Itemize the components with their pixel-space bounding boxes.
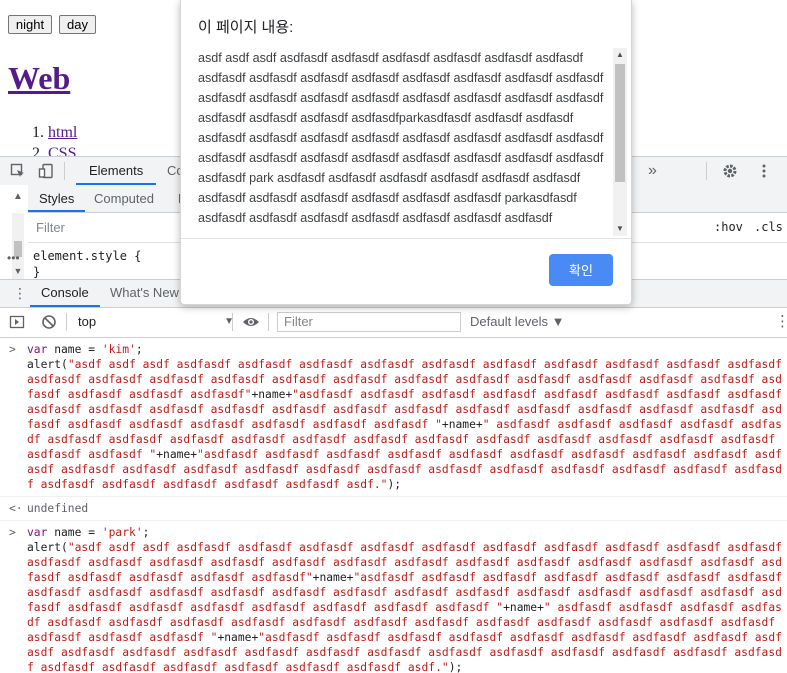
day-button[interactable]: day (59, 15, 96, 34)
night-button[interactable]: night (8, 15, 52, 34)
ellipsis-icon[interactable]: ••• (7, 251, 20, 265)
result-marker-icon: <· (9, 502, 23, 515)
tab-styles[interactable]: Styles (28, 185, 86, 212)
scroll-up-icon[interactable]: ▲ (613, 48, 627, 62)
link-css[interactable]: CSS (48, 145, 76, 156)
console-entry[interactable]: > var name = 'park'; alert("asdf asdf as… (0, 521, 787, 673)
dialog-divider (181, 238, 631, 239)
console-toolbar: top ▼ Filter Default levels ▼ ⋮ (0, 308, 787, 338)
element-style-rule[interactable]: element.style { } (33, 248, 141, 280)
dialog-title: 이 페이지 내용: (198, 19, 294, 36)
list-item: html (48, 122, 77, 143)
toolbar-divider (706, 162, 707, 180)
tab-elements[interactable]: Elements (76, 157, 157, 185)
console-entry[interactable]: > var name = 'kim'; alert("asdf asdf asd… (0, 338, 787, 497)
clear-console-icon[interactable] (41, 314, 57, 330)
device-toolbar-icon[interactable] (38, 163, 54, 179)
console-settings-icon[interactable]: ⋮ (775, 314, 787, 330)
log-levels-dropdown[interactable]: Default levels ▼ (470, 312, 565, 332)
scroll-down-icon[interactable]: ▼ (613, 222, 627, 236)
list-item: CSS (48, 143, 77, 156)
ok-button[interactable]: 확인 (549, 254, 613, 286)
hov-toggle[interactable]: :hov (714, 220, 743, 234)
toolbar-divider (66, 313, 67, 331)
context-value: top (78, 314, 97, 329)
inspect-icon[interactable] (10, 163, 26, 179)
link-html[interactable]: html (48, 124, 77, 141)
tab-console-drawer[interactable]: Console (30, 280, 100, 307)
alert-dialog: 이 페이지 내용: asdf asdf asdf asdfasdf asdfas… (180, 0, 632, 305)
code-line: alert("asdf asdf asdf asdfasdf asdfasdf … (27, 358, 782, 491)
cls-toggle[interactable]: .cls (754, 220, 783, 234)
input-chevron-icon: > (9, 526, 16, 539)
code-line: var name = 'kim'; (27, 343, 143, 356)
kebab-menu-icon[interactable] (756, 163, 772, 179)
code-line: alert("asdf asdf asdf asdfasdf asdfasdf … (27, 541, 782, 673)
chevron-up-icon[interactable]: ▲ (10, 189, 26, 205)
dialog-scrollbar[interactable]: ▲ ▼ (613, 48, 627, 236)
console-filter-input[interactable]: Filter (277, 312, 461, 332)
scroll-thumb[interactable] (615, 64, 625, 182)
nav-list: html CSS (8, 122, 77, 156)
gear-icon[interactable] (722, 163, 738, 179)
toolbar-divider (232, 313, 233, 331)
tab-computed[interactable]: Computed (94, 185, 154, 212)
styles-filter-input[interactable]: Filter (36, 220, 65, 235)
sidebar-toggle-icon[interactable] (9, 314, 25, 330)
console-result[interactable]: <· undefined (0, 497, 787, 521)
console-messages: > var name = 'kim'; alert("asdf asdf asd… (0, 338, 787, 673)
eye-icon[interactable] (242, 314, 259, 330)
dialog-message: asdf asdf asdf asdfasdf asdfasdf asdfasd… (198, 51, 604, 225)
context-select[interactable]: top ▼ (78, 312, 238, 332)
drawer-menu-icon[interactable]: ⋮ (13, 285, 27, 302)
result-value: undefined (27, 502, 89, 515)
page-title[interactable]: Web (8, 60, 70, 97)
tab-whats-new[interactable]: What's New (110, 280, 179, 306)
toolbar-divider (64, 162, 65, 180)
code-line: var name = 'park'; (27, 526, 150, 539)
toolbar-divider (268, 313, 269, 331)
input-chevron-icon: > (9, 343, 16, 356)
more-tabs-button[interactable]: » (648, 157, 657, 185)
dialog-message-area[interactable]: asdf asdf asdf asdfasdf asdfasdf asdfasd… (198, 48, 608, 236)
